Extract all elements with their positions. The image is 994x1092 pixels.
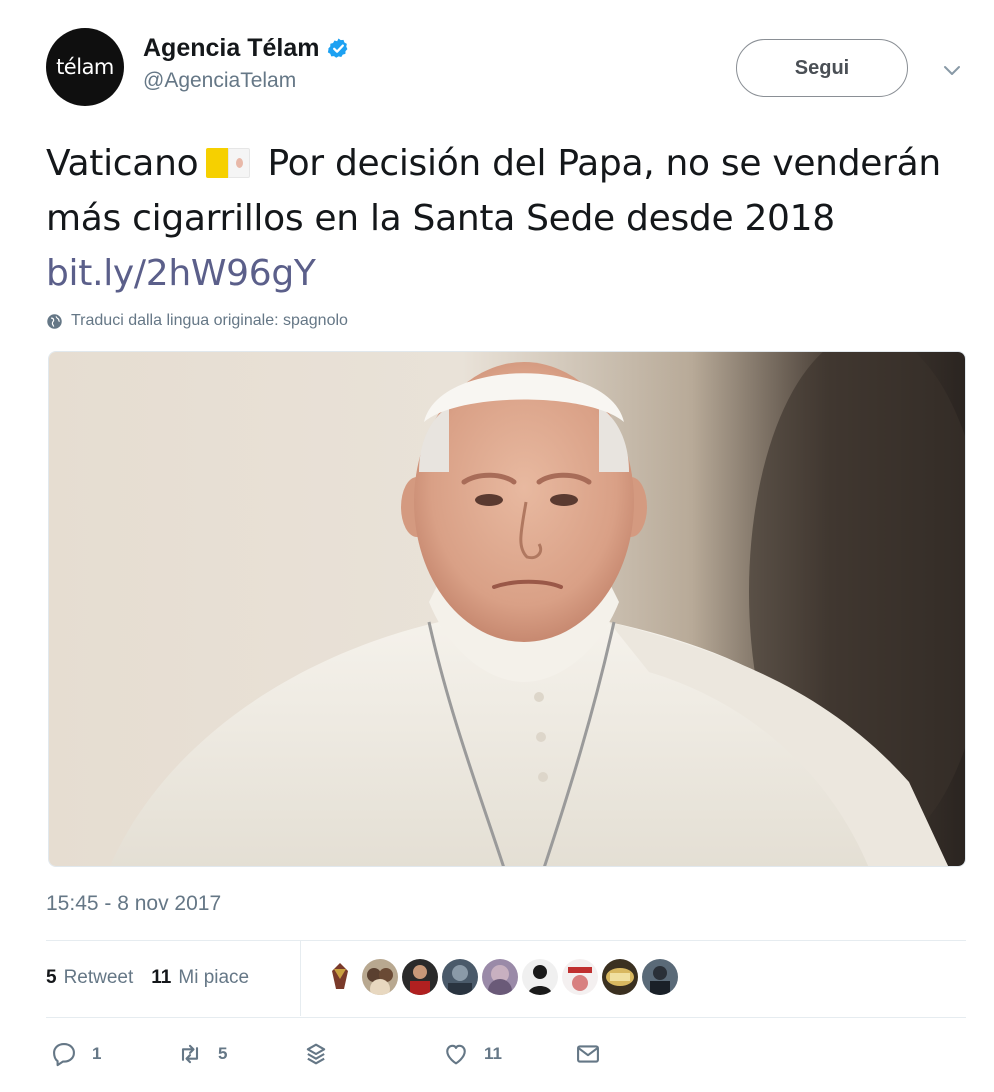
- liker-avatars: [322, 959, 678, 995]
- liker-avatar-2[interactable]: [362, 959, 398, 995]
- display-name[interactable]: Agencia Télam: [143, 34, 319, 63]
- tweet-timestamp[interactable]: 15:45 - 8 nov 2017: [46, 892, 221, 916]
- stack-button[interactable]: [302, 1040, 330, 1068]
- tweet-actions: 1 5 11: [46, 1040, 966, 1072]
- vatican-flag-icon: [206, 148, 251, 178]
- liker-avatar-3[interactable]: [402, 959, 438, 995]
- retweets-stat[interactable]: 5 Retweet: [46, 967, 133, 989]
- liker-avatar-7[interactable]: [562, 959, 598, 995]
- retweet-count: 5: [218, 1044, 228, 1063]
- account-handle[interactable]: @AgenciaTelam: [143, 69, 350, 93]
- tweet-stats: 5 Retweet 11 Mi piace: [46, 962, 267, 994]
- stats-separator: [300, 940, 301, 1016]
- heart-icon: [446, 1044, 466, 1065]
- reply-icon: [53, 1043, 75, 1067]
- avatar-logo-text: télam: [56, 55, 114, 79]
- likes-stat[interactable]: 11 Mi piace: [151, 967, 249, 989]
- like-button[interactable]: 11: [442, 1040, 502, 1068]
- liker-avatar-5[interactable]: [482, 959, 518, 995]
- reply-count: 1: [92, 1044, 102, 1063]
- display-name-row[interactable]: Agencia Télam: [143, 34, 350, 63]
- layers-icon: [306, 1043, 326, 1065]
- liker-avatar-6[interactable]: [522, 959, 558, 995]
- pope-photo-image: [49, 352, 965, 866]
- retweet-button[interactable]: 5: [176, 1040, 227, 1068]
- envelope-icon: [577, 1045, 599, 1063]
- like-count: 11: [484, 1044, 502, 1063]
- tweet-link[interactable]: bit.ly/2hW96gY: [46, 253, 316, 294]
- globe-icon: [47, 313, 62, 329]
- liker-avatar-4[interactable]: [442, 959, 478, 995]
- likes-count: 11: [151, 967, 172, 988]
- direct-message-button[interactable]: [574, 1040, 602, 1068]
- retweet-icon: [181, 1044, 199, 1064]
- liker-avatar-9[interactable]: [642, 959, 678, 995]
- liker-avatar-1[interactable]: [322, 959, 358, 995]
- follow-button[interactable]: Segui: [736, 39, 908, 97]
- verified-badge-icon: [328, 38, 348, 58]
- divider-bottom: [46, 1017, 966, 1018]
- likes-label: Mi piace: [178, 967, 250, 988]
- retweets-label: Retweet: [63, 967, 134, 988]
- chevron-down-icon[interactable]: [940, 58, 964, 82]
- liker-avatar-8[interactable]: [602, 959, 638, 995]
- translate-link[interactable]: Traduci dalla lingua originale: spagnolo: [46, 312, 348, 330]
- tweet-photo[interactable]: [48, 351, 966, 867]
- tweet-header: télam Agencia Télam @AgenciaTelam Segui: [46, 28, 966, 108]
- tweet-text-prefix: Vaticano: [46, 143, 199, 184]
- retweets-count: 5: [46, 967, 57, 988]
- reply-button[interactable]: 1: [50, 1040, 101, 1068]
- tweet-text: Vaticano Por decisión del Papa, no se ve…: [46, 136, 946, 301]
- account-names: Agencia Télam @AgenciaTelam: [143, 34, 350, 93]
- divider-top: [46, 940, 966, 941]
- translate-label[interactable]: Traduci dalla lingua originale: spagnolo: [71, 312, 348, 330]
- avatar[interactable]: télam: [46, 28, 124, 106]
